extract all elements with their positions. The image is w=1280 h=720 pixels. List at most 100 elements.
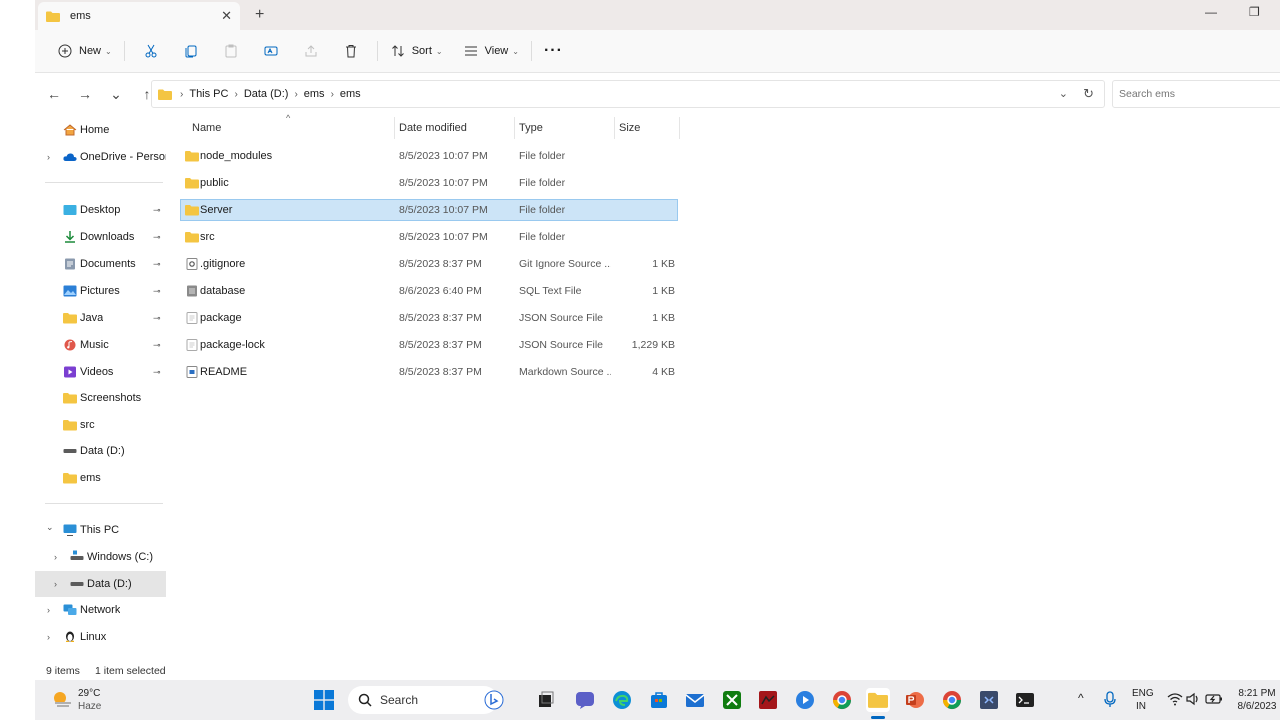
column-header-date[interactable]: Date modified bbox=[399, 115, 467, 141]
cut-button[interactable] bbox=[131, 36, 171, 66]
chevron-right-icon[interactable]: › bbox=[54, 579, 57, 589]
file-row-node-modules[interactable]: node_modules 8/5/2023 10:07 PM File fold… bbox=[180, 145, 678, 167]
new-tab-button[interactable]: + bbox=[255, 6, 264, 24]
file-row-package-lock[interactable]: package-lock 8/5/2023 8:37 PM JSON Sourc… bbox=[180, 334, 678, 356]
file-row-database[interactable]: database 8/6/2023 6:40 PM SQL Text File … bbox=[180, 280, 678, 302]
breadcrumb-this-pc[interactable]: This PC bbox=[189, 88, 228, 100]
search-box[interactable] bbox=[1112, 80, 1280, 108]
breadcrumb-ems-current[interactable]: ems bbox=[340, 88, 361, 100]
column-divider[interactable] bbox=[679, 117, 680, 139]
address-dropdown-icon[interactable]: ⌄ bbox=[1059, 87, 1068, 100]
start-button[interactable] bbox=[312, 688, 336, 712]
rename-button[interactable] bbox=[251, 36, 291, 66]
pin-icon[interactable]: ⊸ bbox=[153, 313, 161, 324]
recent-locations-button[interactable]: ⌄ bbox=[103, 81, 129, 107]
tab-ems[interactable]: ems ✕ bbox=[38, 2, 240, 30]
volume-button[interactable] bbox=[1186, 692, 1202, 709]
media-player-button[interactable] bbox=[793, 688, 817, 712]
terminal-button[interactable] bbox=[1013, 688, 1037, 712]
more-options-button[interactable]: ··· bbox=[538, 36, 569, 66]
powerpoint-button[interactable] bbox=[903, 688, 927, 712]
store-button[interactable] bbox=[647, 688, 671, 712]
file-row-package[interactable]: package 8/5/2023 8:37 PM JSON Source Fil… bbox=[180, 307, 678, 329]
breadcrumb-ems[interactable]: ems bbox=[304, 88, 325, 100]
sidebar-item-data-d-tree[interactable]: › Data (D:) bbox=[35, 571, 166, 597]
edge-button[interactable] bbox=[610, 688, 634, 712]
chevron-right-icon[interactable]: › bbox=[54, 552, 57, 562]
chevron-right-icon[interactable]: › bbox=[47, 632, 50, 642]
sidebar-item-home[interactable]: Home bbox=[35, 117, 166, 143]
chevron-down-icon[interactable]: ⌄ bbox=[46, 522, 54, 533]
column-divider[interactable] bbox=[514, 117, 515, 139]
sidebar-item-data-d[interactable]: Data (D:) bbox=[35, 438, 166, 464]
sidebar-item-videos[interactable]: Videos ⊸ bbox=[35, 359, 166, 385]
sidebar-item-this-pc[interactable]: ⌄ This PC bbox=[35, 517, 166, 543]
breadcrumb-separator[interactable]: › bbox=[180, 89, 183, 100]
breadcrumb-separator[interactable]: › bbox=[294, 89, 297, 100]
sidebar-item-java[interactable]: Java ⊸ bbox=[35, 305, 166, 331]
pin-icon[interactable]: ⊸ bbox=[153, 367, 161, 378]
sidebar-item-ems[interactable]: ems bbox=[35, 465, 166, 491]
breadcrumb-data-d[interactable]: Data (D:) bbox=[244, 88, 289, 100]
new-button[interactable]: New ⌄ bbox=[51, 36, 118, 66]
file-row-readme[interactable]: README 8/5/2023 8:37 PM Markdown Source … bbox=[180, 361, 678, 383]
battery-button[interactable] bbox=[1205, 692, 1223, 709]
column-divider[interactable] bbox=[394, 117, 395, 139]
file-explorer-button[interactable] bbox=[866, 688, 890, 712]
chevron-right-icon[interactable]: › bbox=[47, 152, 50, 162]
microphone-button[interactable] bbox=[1103, 691, 1117, 712]
sidebar-item-onedrive[interactable]: › OneDrive - Persona bbox=[35, 144, 166, 170]
sidebar-item-downloads[interactable]: Downloads ⊸ bbox=[35, 224, 166, 250]
pin-icon[interactable]: ⊸ bbox=[153, 259, 161, 270]
column-header-name[interactable]: Name bbox=[192, 115, 221, 141]
sidebar-item-screenshots[interactable]: Screenshots bbox=[35, 385, 166, 411]
back-button[interactable]: ← bbox=[41, 81, 67, 107]
column-header-type[interactable]: Type bbox=[519, 115, 543, 141]
file-row-src[interactable]: src 8/5/2023 10:07 PM File folder bbox=[180, 226, 678, 248]
clock-time[interactable]: 8:21 PM bbox=[1236, 687, 1278, 700]
sidebar-item-documents[interactable]: Documents ⊸ bbox=[35, 251, 166, 277]
sidebar-item-windows-c[interactable]: › Windows (C:) bbox=[35, 544, 166, 570]
teams-chat-button[interactable] bbox=[573, 688, 597, 712]
file-row-server[interactable]: Server 8/5/2023 10:07 PM File folder bbox=[180, 199, 678, 221]
column-divider[interactable] bbox=[614, 117, 615, 139]
forward-button[interactable]: → bbox=[72, 81, 98, 107]
sidebar-item-desktop[interactable]: Desktop ⊸ bbox=[35, 197, 166, 223]
breadcrumb-separator[interactable]: › bbox=[331, 89, 334, 100]
language-indicator[interactable]: ENG bbox=[1132, 687, 1154, 700]
minimize-button[interactable]: — bbox=[1205, 5, 1217, 19]
chrome-profile-button[interactable] bbox=[830, 688, 854, 712]
address-bar[interactable]: › This PC › Data (D:) › ems › ems ⌄ ↻ bbox=[151, 80, 1105, 108]
delete-button[interactable] bbox=[331, 36, 371, 66]
file-row-gitignore[interactable]: .gitignore 8/5/2023 8:37 PM Git Ignore S… bbox=[180, 253, 678, 275]
sidebar-item-network[interactable]: › Network bbox=[35, 597, 166, 623]
pin-icon[interactable]: ⊸ bbox=[153, 340, 161, 351]
sidebar-item-music[interactable]: Music ⊸ bbox=[35, 332, 166, 358]
breadcrumb-separator[interactable]: › bbox=[234, 89, 237, 100]
sidebar-item-pictures[interactable]: Pictures ⊸ bbox=[35, 278, 166, 304]
close-tab-icon[interactable]: ✕ bbox=[221, 8, 232, 24]
pin-icon[interactable]: ⊸ bbox=[153, 232, 161, 243]
sort-button[interactable]: Sort ⌄ bbox=[384, 36, 449, 66]
tray-overflow-icon[interactable]: ^ bbox=[1078, 692, 1084, 705]
sidebar-item-linux[interactable]: › Linux bbox=[35, 624, 166, 650]
copy-button[interactable] bbox=[171, 36, 211, 66]
pin-icon[interactable]: ⊸ bbox=[153, 205, 161, 216]
file-row-public[interactable]: public 8/5/2023 10:07 PM File folder bbox=[180, 172, 678, 194]
restore-button[interactable]: ❐ bbox=[1249, 5, 1260, 19]
view-button[interactable]: View ⌄ bbox=[457, 36, 525, 66]
taskbar-search[interactable]: Search bbox=[348, 686, 504, 714]
search-input[interactable] bbox=[1119, 88, 1269, 100]
mail-button[interactable] bbox=[683, 688, 707, 712]
column-header-size[interactable]: Size bbox=[619, 115, 640, 141]
chrome-button[interactable] bbox=[940, 688, 964, 712]
pin-icon[interactable]: ⊸ bbox=[153, 286, 161, 297]
vs-code-button[interactable] bbox=[977, 688, 1001, 712]
refresh-icon[interactable]: ↻ bbox=[1083, 86, 1094, 102]
wifi-button[interactable] bbox=[1167, 692, 1183, 709]
share-button[interactable] bbox=[291, 36, 331, 66]
weather-widget[interactable] bbox=[51, 688, 73, 713]
sidebar-item-src[interactable]: src bbox=[35, 412, 166, 438]
app-red-button[interactable] bbox=[756, 688, 780, 712]
xbox-button[interactable] bbox=[720, 688, 744, 712]
